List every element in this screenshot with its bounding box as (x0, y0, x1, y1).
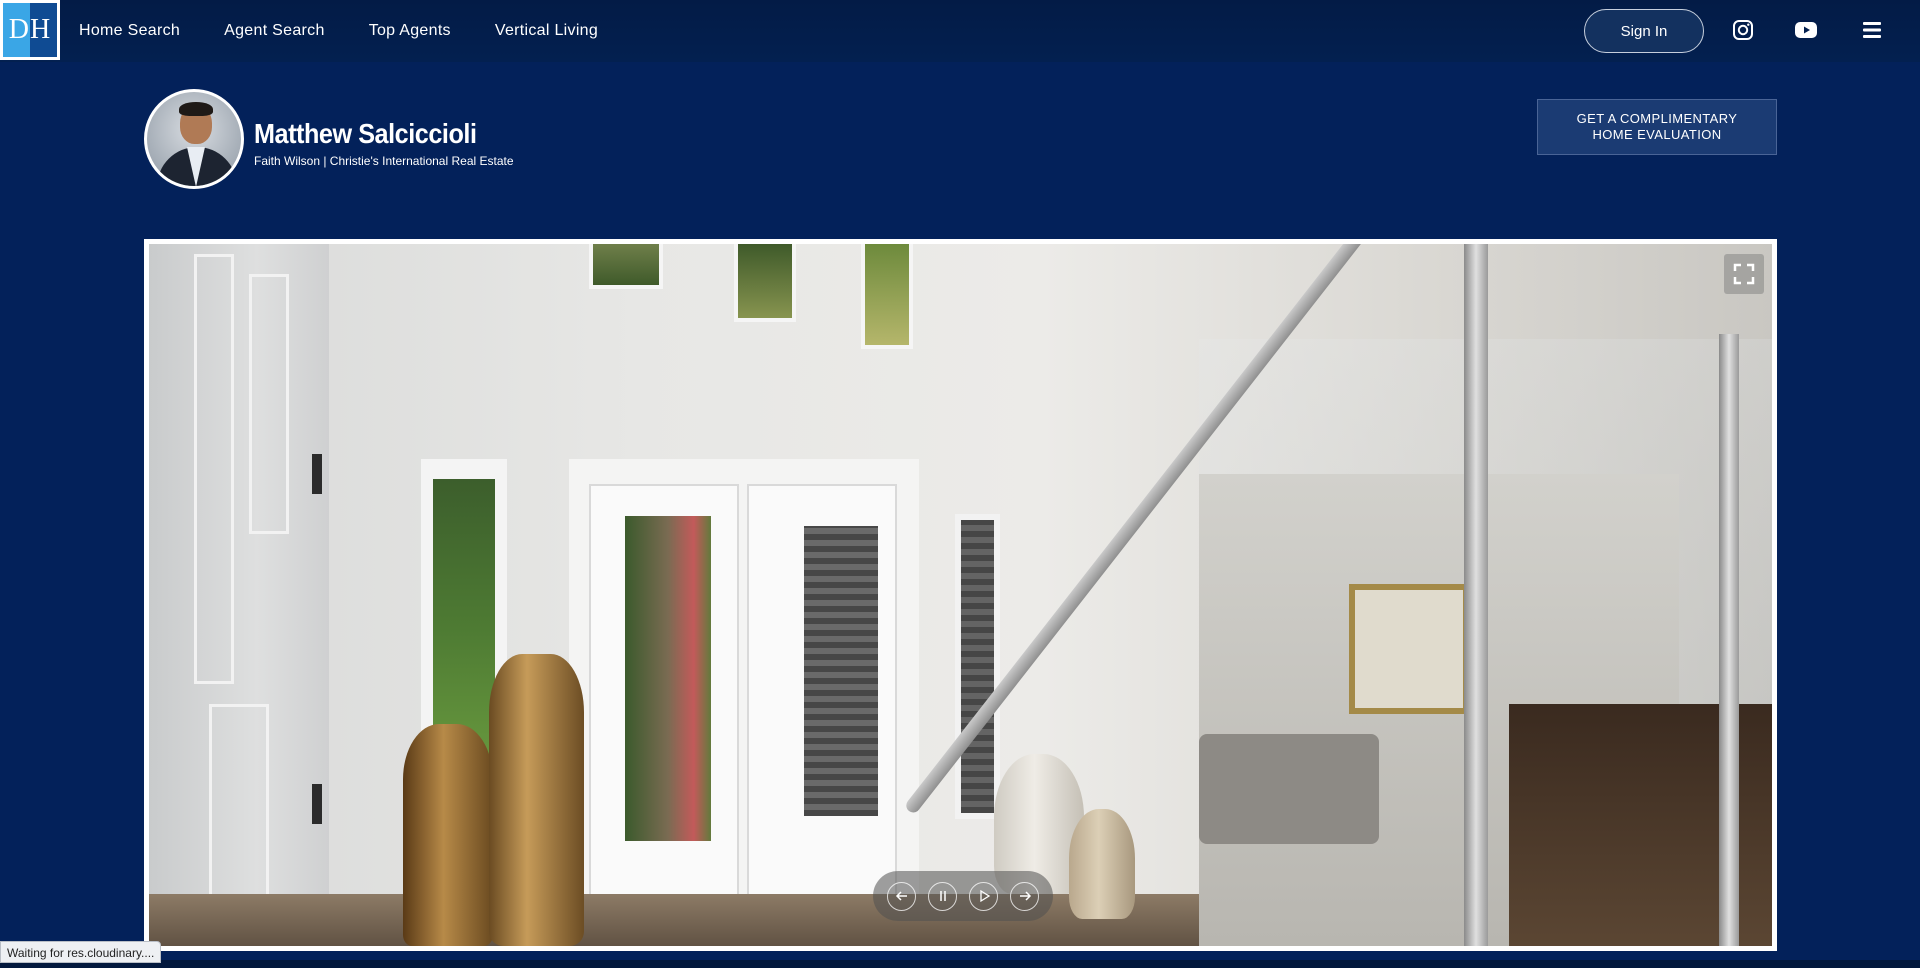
nav-link-vertical-living[interactable]: Vertical Living (495, 22, 598, 40)
home-evaluation-button[interactable]: GET A COMPLIMENTARY HOME EVALUATION (1537, 99, 1777, 155)
sign-in-button[interactable]: Sign In (1584, 9, 1704, 53)
agent-avatar (144, 89, 244, 189)
play-button[interactable] (969, 881, 998, 911)
nav-link-agent-search[interactable]: Agent Search (224, 22, 325, 40)
youtube-icon[interactable] (1794, 18, 1818, 42)
bottom-strip (0, 960, 1920, 968)
nav-links: Home Search Agent Search Top Agents Vert… (79, 0, 598, 62)
home-evaluation-line2: HOME EVALUATION (1592, 127, 1722, 142)
arrow-right-icon (1019, 891, 1031, 901)
logo-text: DH (8, 14, 52, 45)
pause-button[interactable] (928, 881, 957, 911)
previous-slide-button[interactable] (887, 881, 916, 911)
listing-photo[interactable] (149, 244, 1772, 946)
instagram-icon[interactable] (1731, 18, 1755, 42)
site-logo[interactable]: DH (0, 0, 60, 60)
next-slide-button[interactable] (1010, 881, 1039, 911)
pause-icon (939, 891, 946, 901)
arrow-left-icon (895, 891, 907, 901)
slideshow-controls (873, 871, 1053, 921)
fullscreen-icon (1733, 263, 1755, 285)
browser-status-bar: Waiting for res.cloudinary.... (0, 941, 162, 963)
nav-link-top-agents[interactable]: Top Agents (369, 22, 451, 40)
play-icon (979, 889, 990, 903)
agent-name: Matthew Salciccioli (254, 118, 477, 149)
hamburger-menu-icon[interactable] (1860, 18, 1884, 42)
agent-brokerage: Faith Wilson | Christie's International … (254, 154, 514, 168)
fullscreen-button[interactable] (1724, 254, 1764, 294)
photo-slideshow (144, 239, 1777, 951)
nav-link-home-search[interactable]: Home Search (79, 22, 180, 40)
top-navigation: DH Home Search Agent Search Top Agents V… (0, 0, 1920, 62)
home-evaluation-line1: GET A COMPLIMENTARY (1576, 111, 1738, 126)
